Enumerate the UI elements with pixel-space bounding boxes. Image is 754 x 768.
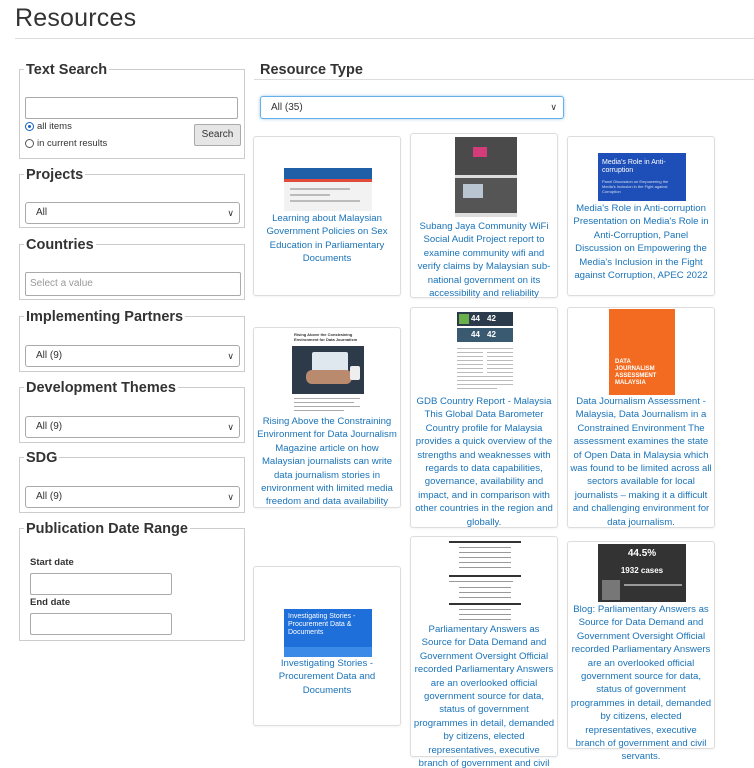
radio-icon[interactable] bbox=[25, 139, 34, 148]
development-themes-select-value: All (9) bbox=[36, 421, 63, 432]
gdb-score: 42 bbox=[487, 314, 496, 323]
projects-legend: Projects bbox=[24, 167, 86, 183]
resource-link[interactable]: Parliamentary Answers as Source for Data… bbox=[413, 623, 555, 768]
resource-thumbnail[interactable]: 44.5% 1932 cases bbox=[598, 544, 686, 602]
title-divider bbox=[15, 38, 754, 39]
resource-thumbnail[interactable]: Rising Above the Constraining Environmen… bbox=[292, 330, 364, 414]
sdg-select[interactable]: All (9) ∨ bbox=[25, 486, 240, 508]
start-date-input[interactable] bbox=[30, 573, 172, 595]
development-themes-select[interactable]: All (9) ∨ bbox=[25, 416, 240, 438]
implementing-partners-select-value: All (9) bbox=[36, 350, 63, 361]
chevron-down-icon: ∨ bbox=[227, 492, 234, 502]
resource-card[interactable]: Rising Above the Constraining Environmen… bbox=[253, 327, 401, 508]
projects-select[interactable]: All ∨ bbox=[25, 202, 240, 224]
resource-thumbnail[interactable] bbox=[284, 168, 372, 211]
resource-thumbnail[interactable]: Media's Role in Anti-corruption Panel Di… bbox=[598, 153, 686, 201]
projects-panel: Projects All ∨ bbox=[19, 168, 245, 228]
chevron-down-icon: ∨ bbox=[227, 351, 234, 361]
publication-date-panel: Publication Date Range Start date End da… bbox=[19, 522, 245, 641]
sdg-select-value: All (9) bbox=[36, 491, 63, 502]
resource-thumbnail[interactable]: Investigating Stories - Procurement Data… bbox=[284, 609, 372, 657]
resource-card[interactable]: Subang Jaya Community WiFi Social Audit … bbox=[410, 133, 558, 300]
search-input[interactable] bbox=[25, 97, 238, 119]
resource-thumbnail[interactable] bbox=[445, 537, 525, 623]
resource-link[interactable]: Data Journalism Assessment - Malaysia, D… bbox=[570, 395, 712, 529]
thumb-subtitle: Panel Discussion on Empowering the Media… bbox=[602, 179, 669, 194]
start-date-label: Start date bbox=[30, 557, 74, 568]
resource-thumbnail[interactable]: 44 42 44 42 bbox=[453, 310, 517, 394]
resource-link[interactable]: Learning about Malaysian Government Poli… bbox=[256, 212, 398, 266]
sdg-panel: SDG All (9) ∨ bbox=[19, 451, 245, 513]
implementing-partners-legend: Implementing Partners bbox=[24, 309, 186, 325]
publication-date-legend: Publication Date Range bbox=[24, 521, 190, 537]
implementing-partners-select[interactable]: All (9) ∨ bbox=[25, 345, 240, 367]
text-search-legend: Text Search bbox=[24, 62, 110, 78]
radio-icon[interactable] bbox=[25, 122, 34, 131]
sdg-legend: SDG bbox=[24, 450, 60, 466]
end-date-label: End date bbox=[30, 597, 71, 608]
resource-card[interactable]: Investigating Stories - Procurement Data… bbox=[253, 566, 401, 726]
chevron-down-icon: ∨ bbox=[227, 208, 234, 218]
resource-link[interactable]: GDB Country Report - Malaysia This Globa… bbox=[413, 395, 555, 529]
search-button[interactable]: Search bbox=[194, 124, 241, 146]
resource-link[interactable]: Subang Jaya Community WiFi Social Audit … bbox=[413, 220, 555, 300]
countries-input[interactable]: Select a value bbox=[25, 272, 241, 296]
radio-current-results[interactable]: in current results bbox=[25, 138, 107, 149]
radio-current-results-label: in current results bbox=[37, 138, 108, 149]
resource-card[interactable]: 44 42 44 42 GDB Country Report - Malaysi… bbox=[410, 307, 558, 528]
thumb-cases: 1932 cases bbox=[620, 566, 664, 575]
resource-card[interactable]: 44.5% 1932 cases Blog: Parliamentary Ans… bbox=[567, 541, 715, 762]
gdb-score: 44 bbox=[471, 330, 480, 339]
resource-thumbnail[interactable] bbox=[455, 137, 517, 217]
radio-all-items-label: all items bbox=[37, 121, 72, 132]
resource-type-legend: Resource Type bbox=[260, 62, 363, 78]
development-themes-legend: Development Themes bbox=[24, 380, 178, 396]
resource-card[interactable]: DATA JOURNALISM ASSESSMENT MALAYSIA Data… bbox=[567, 307, 715, 528]
thumb-title: Investigating Stories - Procurement Data… bbox=[288, 613, 356, 636]
resource-card[interactable]: Parliamentary Answers as Source for Data… bbox=[410, 536, 558, 768]
development-themes-panel: Development Themes All (9) ∨ bbox=[19, 381, 245, 443]
chevron-down-icon: ∨ bbox=[550, 102, 557, 112]
resource-type-divider bbox=[254, 79, 754, 80]
countries-panel: Countries Select a value bbox=[19, 238, 245, 300]
resource-link[interactable]: Media's Role in Anti-corruption Presenta… bbox=[570, 202, 712, 282]
thumb-title: Media's Role in Anti-corruption bbox=[602, 159, 666, 174]
resource-type-select-value: All (35) bbox=[271, 102, 303, 113]
countries-legend: Countries bbox=[24, 237, 96, 253]
gdb-score: 44 bbox=[471, 314, 480, 323]
resource-type-select[interactable]: All (35) ∨ bbox=[260, 96, 564, 119]
resource-card[interactable]: Media's Role in Anti-corruption Panel Di… bbox=[567, 136, 715, 296]
resource-thumbnail[interactable]: DATA JOURNALISM ASSESSMENT MALAYSIA bbox=[609, 309, 675, 395]
resource-card[interactable]: Learning about Malaysian Government Poli… bbox=[253, 136, 401, 296]
resource-link[interactable]: Blog: Parliamentary Answers as Source fo… bbox=[570, 603, 712, 764]
thumb-title: DATA JOURNALISM ASSESSMENT MALAYSIA bbox=[615, 359, 657, 386]
gdb-score: 42 bbox=[487, 330, 496, 339]
text-search-panel: Text Search all items in current results… bbox=[19, 63, 245, 159]
page-title: Resources bbox=[15, 4, 137, 32]
thumb-title: Rising Above the Constraining Environmen… bbox=[294, 332, 358, 342]
end-date-input[interactable] bbox=[30, 613, 172, 635]
chevron-down-icon: ∨ bbox=[227, 422, 234, 432]
thumb-percent: 44.5% bbox=[627, 548, 657, 559]
resource-link[interactable]: Investigating Stories - Procurement Data… bbox=[256, 657, 398, 697]
radio-all-items[interactable]: all items bbox=[25, 121, 72, 132]
implementing-partners-panel: Implementing Partners All (9) ∨ bbox=[19, 310, 245, 372]
resource-link[interactable]: Rising Above the Constraining Environmen… bbox=[256, 415, 398, 509]
projects-select-value: All bbox=[36, 207, 48, 218]
